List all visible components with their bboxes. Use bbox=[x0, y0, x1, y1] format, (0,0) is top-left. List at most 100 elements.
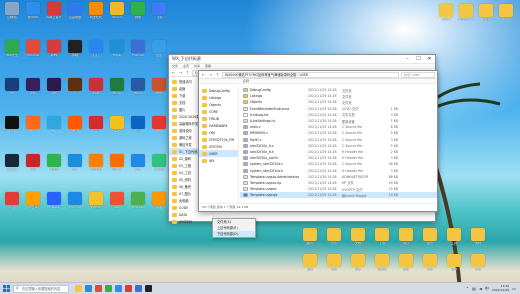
path-input[interactable]: WX2000微信PT57MG加码神宝气满速版源码全套 › USER bbox=[222, 71, 399, 78]
wps-icon[interactable] bbox=[125, 285, 132, 292]
desktop-icon[interactable]: AI bbox=[65, 78, 85, 102]
desktop-icon[interactable]: 模板 bbox=[324, 254, 344, 278]
up-arrow-icon[interactable]: ↑ bbox=[215, 72, 220, 77]
title-bar[interactable]: WX_下边代码源 – ☐ ✕ bbox=[169, 55, 435, 64]
desktop-icon[interactable]: PS bbox=[2, 78, 22, 102]
chevron-up-icon[interactable]: ⌃ bbox=[466, 286, 469, 291]
desktop-icon[interactable]: 飞书 bbox=[149, 2, 169, 26]
minimize-button[interactable]: – bbox=[402, 55, 413, 64]
desktop-icon[interactable]: 优酷 bbox=[65, 154, 85, 178]
desktop-icon[interactable]: 钉钉 bbox=[86, 40, 106, 64]
desktop-icon[interactable]: Xmind bbox=[107, 2, 127, 26]
nav-tree-item[interactable]: DATA bbox=[169, 211, 213, 218]
desktop-icon[interactable]: 酷狗 bbox=[128, 154, 148, 178]
desktop-icon[interactable]: CAD bbox=[86, 78, 106, 102]
desktop-icon[interactable]: QQ音乐 bbox=[149, 154, 169, 178]
input-language[interactable]: 中 bbox=[485, 286, 489, 292]
clock[interactable]: 11:20 2021/11/29 bbox=[492, 284, 509, 292]
desktop-icon[interactable]: 归档 bbox=[468, 254, 488, 278]
desktop-icon[interactable]: 临时 bbox=[348, 254, 368, 278]
forward-arrow-icon[interactable]: → bbox=[208, 72, 213, 77]
desktop-icon[interactable]: 安装包 bbox=[372, 254, 392, 278]
up-arrow-icon[interactable]: ↑ bbox=[185, 70, 190, 75]
desktop-icon[interactable]: 有道 bbox=[2, 192, 22, 216]
desktop-icon[interactable]: 项目 bbox=[396, 228, 416, 252]
desktop-icon[interactable]: 图片 bbox=[300, 228, 320, 252]
desktop-icon[interactable]: 迅雷 bbox=[149, 40, 169, 64]
nav-tree-item[interactable]: USER bbox=[199, 150, 238, 157]
desktop-icon[interactable]: 剪映 bbox=[65, 40, 85, 64]
desktop-icon[interactable]: PR bbox=[23, 78, 43, 102]
maximize-button[interactable]: ☐ bbox=[413, 55, 424, 64]
desktop-icon[interactable]: 其他 bbox=[444, 254, 464, 278]
terminal-icon[interactable] bbox=[145, 285, 152, 292]
desktop-icon[interactable]: 新建文件夹 bbox=[456, 4, 476, 28]
volume-icon[interactable]: ◄ bbox=[479, 286, 482, 291]
desktop-icon[interactable]: PPT bbox=[149, 78, 169, 102]
desktop-icon[interactable]: Python bbox=[86, 192, 106, 216]
desktop-icon[interactable]: VSCode bbox=[65, 192, 85, 216]
column-name[interactable]: 名称 bbox=[243, 79, 301, 83]
keil-icon[interactable] bbox=[135, 285, 142, 292]
edge-icon[interactable] bbox=[85, 285, 92, 292]
wechat-icon[interactable] bbox=[105, 285, 112, 292]
desktop-icon[interactable]: Foxmail bbox=[128, 40, 148, 64]
desktop-icon[interactable]: steam bbox=[2, 154, 22, 178]
nav-tree-item[interactable]: WX bbox=[199, 157, 238, 164]
nav-tree-item[interactable]: CORE bbox=[199, 108, 238, 115]
desktop-icon[interactable]: 阿里旺旺 bbox=[86, 2, 106, 26]
nav-tree-item[interactable]: SYSTEM bbox=[169, 218, 213, 225]
ribbon-tab-view[interactable]: 查看 bbox=[205, 64, 211, 68]
desktop-icon[interactable]: Notepad bbox=[128, 192, 148, 216]
desktop-icon[interactable]: 截图 bbox=[300, 254, 320, 278]
desktop-icon[interactable]: 京东 bbox=[86, 116, 106, 140]
nav-tree-item[interactable]: SYSTEM bbox=[199, 143, 238, 150]
qq-icon[interactable] bbox=[115, 285, 122, 292]
desktop-icon[interactable]: 笔记 bbox=[420, 254, 440, 278]
network-icon[interactable]: ▤ bbox=[472, 286, 476, 291]
ribbon-tab-file[interactable]: 文件 bbox=[172, 64, 178, 68]
windows-start-icon[interactable] bbox=[2, 284, 11, 293]
desktop-icon[interactable]: 腾讯视频 bbox=[86, 154, 106, 178]
chrome-icon[interactable] bbox=[95, 285, 102, 292]
desktop-icon[interactable]: 腾讯QQ bbox=[23, 2, 43, 26]
desktop-icon[interactable]: 文档 bbox=[348, 228, 368, 252]
desktop-icon[interactable]: WPS bbox=[44, 40, 64, 64]
desktop-icon[interactable]: 下载 bbox=[372, 228, 392, 252]
desktop-icon[interactable]: 抖音 bbox=[2, 116, 22, 140]
back-arrow-icon[interactable]: ← bbox=[171, 70, 176, 75]
close-button[interactable]: ✕ bbox=[424, 55, 435, 64]
desktop-icon[interactable]: Chrome bbox=[23, 40, 43, 64]
back-arrow-icon[interactable]: ← bbox=[201, 72, 206, 77]
desktop-icon[interactable]: 网易 bbox=[23, 154, 43, 178]
ribbon-tab-share[interactable]: 共享 bbox=[194, 64, 200, 68]
desktop-icon[interactable]: 向日葵 bbox=[23, 192, 43, 216]
desktop-icon[interactable]: 资料 bbox=[476, 4, 496, 28]
file-row[interactable]: Template.uvprojx 2021/11/29 14:28 礦ision5 … bbox=[240, 192, 437, 199]
nav-tree-item[interactable]: OBJ bbox=[199, 129, 238, 136]
desktop-icon[interactable]: Edge bbox=[107, 40, 127, 64]
desktop-icon[interactable]: Excel bbox=[107, 78, 127, 102]
desktop-icon[interactable]: B站 bbox=[44, 116, 64, 140]
desktop-icon[interactable]: 快手 bbox=[23, 116, 43, 140]
context-menu-item[interactable]: 下边代码源(D) bbox=[213, 231, 255, 237]
desktop-icon[interactable]: 微信 bbox=[128, 2, 148, 26]
desktop-icon[interactable]: Word bbox=[128, 78, 148, 102]
desktop-icon[interactable]: 360安全 bbox=[2, 40, 22, 64]
desktop-icon[interactable]: ToDesk bbox=[44, 192, 64, 216]
desktop-icon[interactable]: 备份 bbox=[420, 228, 440, 252]
desktop-icon[interactable]: 美团 bbox=[107, 116, 127, 140]
taskbar-search-input[interactable]: 在这里输入你要搜索的内容 bbox=[13, 284, 69, 293]
explorer-window-front[interactable]: ← → ↑ WX2000微信PT57MG加码神宝气满速版源码全套 › USER … bbox=[198, 70, 438, 212]
nav-tree-item[interactable]: STM32F10x_FW bbox=[199, 136, 238, 143]
nav-tree-item[interactable]: FWLIB bbox=[199, 115, 238, 122]
desktop-icon[interactable]: 课程 bbox=[396, 254, 416, 278]
desktop-icon[interactable]: 工具 bbox=[444, 228, 464, 252]
desktop-icon[interactable]: 音乐 bbox=[324, 228, 344, 252]
forward-arrow-icon[interactable]: → bbox=[178, 70, 183, 75]
desktop-icon[interactable]: 视频 bbox=[496, 4, 516, 28]
nav-tree-item[interactable]: Listings bbox=[199, 94, 238, 101]
desktop-icon[interactable]: 文件夹 bbox=[436, 4, 456, 28]
desktop-icon[interactable]: 回收站 bbox=[2, 2, 22, 26]
desktop-icon[interactable]: 网易云音乐 bbox=[44, 2, 64, 26]
